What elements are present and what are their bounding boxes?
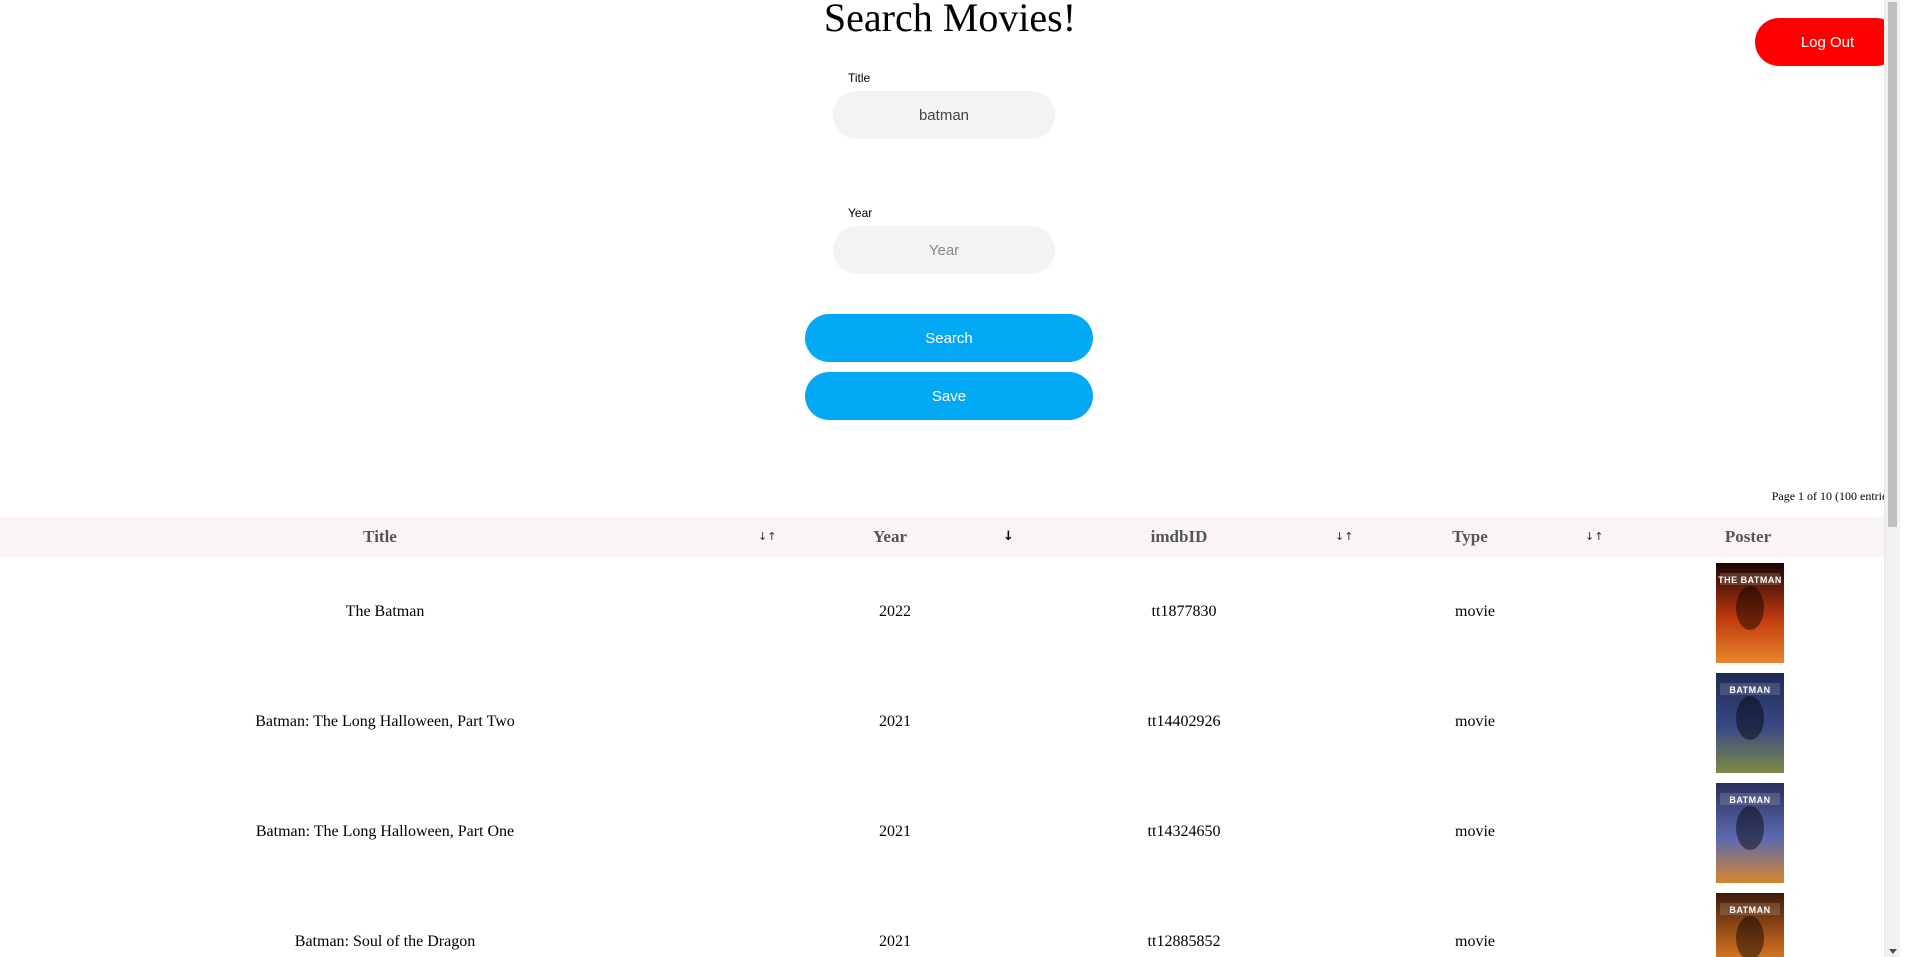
sort-unsorted-icon[interactable]: ↓↑ [758,517,776,557]
movie-poster-image: BATMAN [1716,783,1784,883]
cell-type: movie [1455,713,1495,730]
table-row[interactable]: Batman: The Long Halloween, Part One 2021… [0,777,1900,887]
column-header-title[interactable]: Title [280,517,480,557]
poster-title-text: BATMAN [1729,685,1771,695]
save-button[interactable]: Save [805,372,1093,420]
table-row[interactable]: Batman: The Long Halloween, Part Two 2021… [0,667,1900,777]
cell-year: 2021 [879,933,911,950]
pagination-info: Page 1 of 10 (100 entries) [1771,489,1896,503]
column-header-year[interactable]: Year [840,517,940,557]
page: Search Movies! Log Out Title Year Search… [0,0,1900,957]
table-row[interactable]: The Batman 2022 tt1877830 movie THE BATMAN [0,557,1900,667]
column-header-type[interactable]: Type [1420,517,1520,557]
cell-year: 2021 [879,713,911,730]
logout-button[interactable]: Log Out [1755,18,1900,66]
sort-descending-icon[interactable]: ↓ [1003,517,1014,557]
cell-title: Batman: The Long Halloween, Part One [255,823,515,840]
page-title: Search Movies! [823,0,1077,40]
cell-type: movie [1455,603,1495,620]
column-header-poster: Poster [1724,527,1772,546]
cell-imdbid: tt12885852 [1147,933,1221,950]
poster-title-text: BATMAN [1729,795,1771,805]
movie-poster-image: BATMAN [1716,893,1784,957]
scrollbar-thumb[interactable] [1888,2,1897,527]
cell-type: movie [1455,823,1495,840]
sort-unsorted-icon[interactable]: ↓↑ [1335,517,1353,557]
year-field-label: Year [848,206,873,220]
table-row[interactable]: Batman: Soul of the Dragon 2021 tt12885852… [0,887,1900,957]
cell-title: Batman: The Long Halloween, Part Two [255,713,515,730]
table-header: Title ↓↑ Year ↓ imdbID ↓↑ Type ↓↑ Poster [0,517,1900,557]
cell-imdbid: tt14402926 [1147,713,1221,730]
sort-unsorted-icon[interactable]: ↓↑ [1585,517,1603,557]
movie-poster-image: BATMAN [1716,673,1784,773]
vertical-scrollbar[interactable] [1884,0,1900,957]
column-header-imdbid[interactable]: imdbID [1129,517,1229,557]
title-input[interactable] [833,91,1055,139]
movie-poster-image: THE BATMAN [1716,563,1784,663]
results-table: Title ↓↑ Year ↓ imdbID ↓↑ Type ↓↑ Poster… [0,517,1900,957]
cell-type: movie [1455,933,1495,950]
title-field-label: Title [848,71,871,85]
scroll-down-arrow-icon[interactable] [1889,949,1897,954]
year-input[interactable] [833,226,1055,274]
cell-year: 2022 [879,603,911,620]
cell-imdbid: tt14324650 [1147,823,1221,840]
cell-title: Batman: Soul of the Dragon [294,933,476,950]
table-body: The Batman 2022 tt1877830 movie THE BATMAN Ba… [0,557,1900,957]
cell-title: The Batman [345,603,425,620]
poster-title-text: BATMAN [1729,905,1771,915]
search-button[interactable]: Search [805,314,1093,362]
cell-year: 2021 [879,823,911,840]
cell-imdbid: tt1877830 [1151,603,1217,620]
poster-title-text: THE BATMAN [1718,575,1782,585]
